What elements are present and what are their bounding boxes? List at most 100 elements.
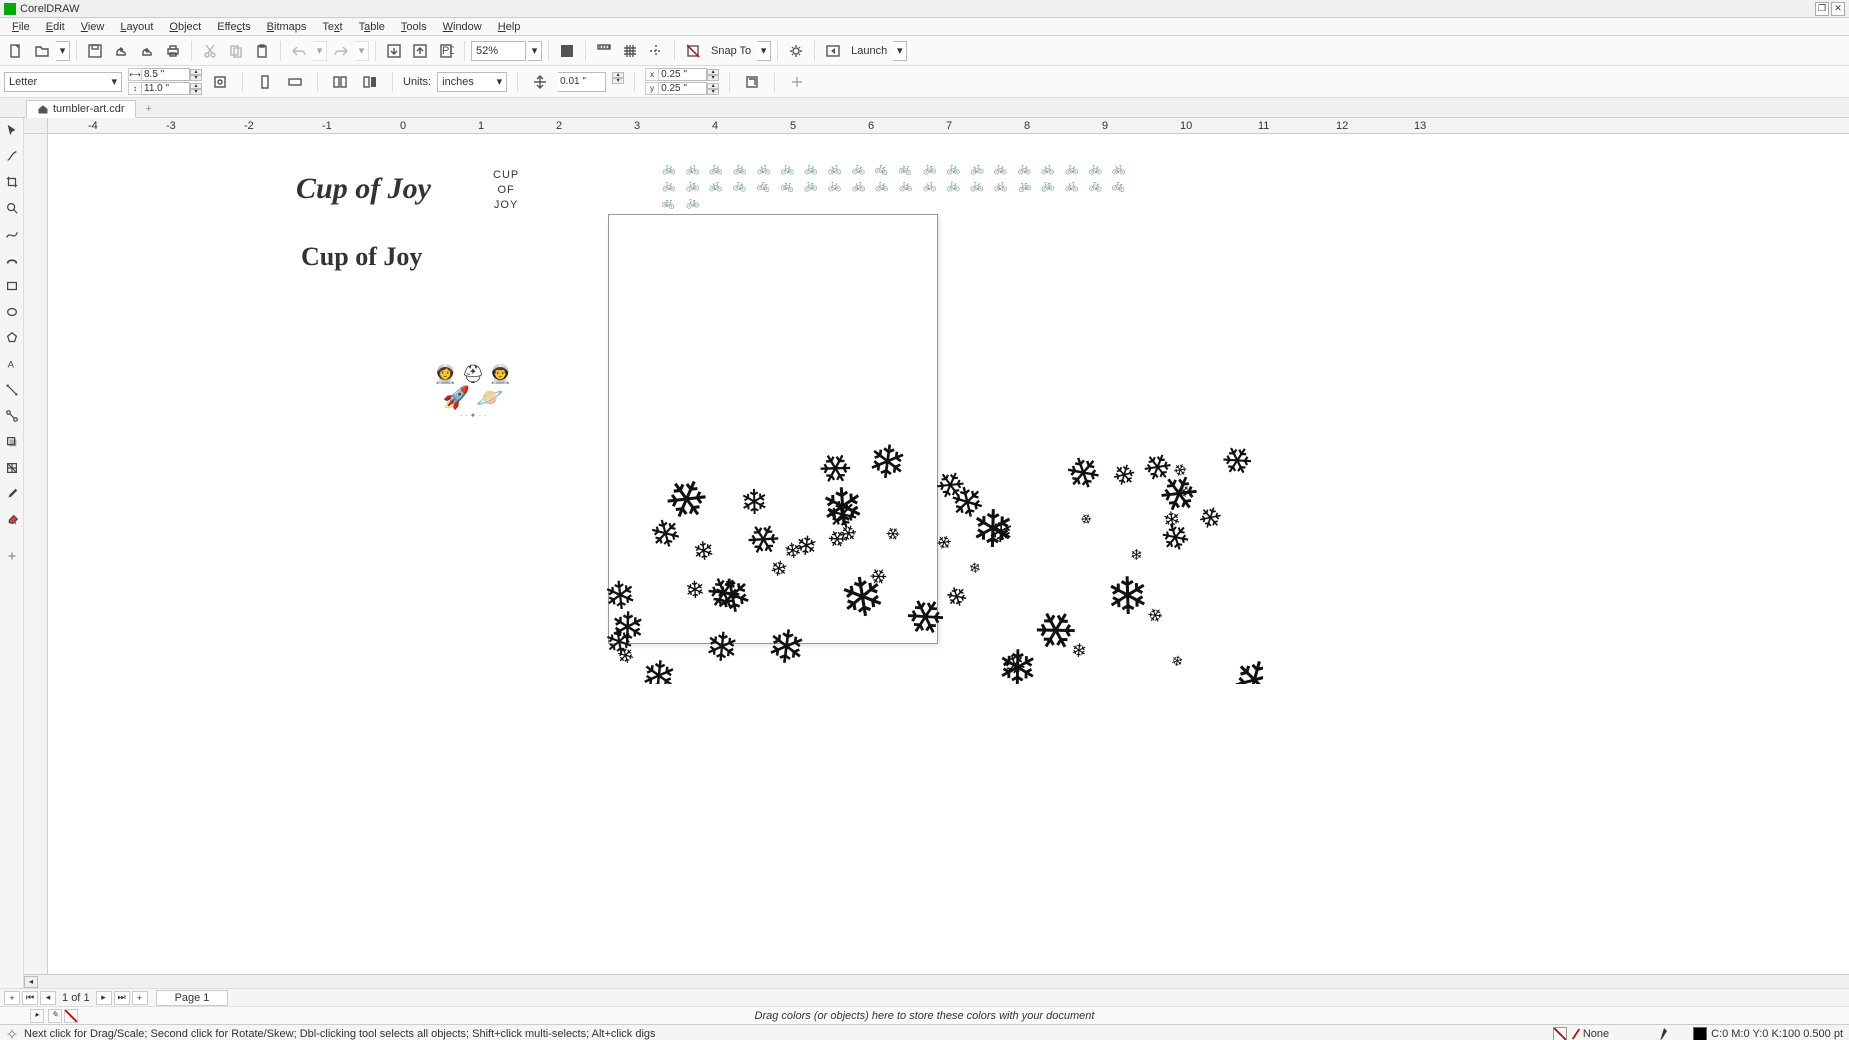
last-page-button[interactable]: ⏭: [114, 991, 130, 1005]
add-tab-button[interactable]: +: [138, 101, 160, 117]
options-button[interactable]: [784, 39, 808, 63]
current-page-button[interactable]: [358, 70, 382, 94]
file-tab[interactable]: tumbler-art.cdr: [26, 100, 136, 118]
dup-x-input[interactable]: [659, 68, 707, 81]
scroll-left-button[interactable]: ◂: [24, 976, 38, 988]
all-pages-button[interactable]: [328, 70, 352, 94]
new-button[interactable]: [4, 39, 28, 63]
open-dropdown[interactable]: ▾: [56, 41, 70, 61]
export-button[interactable]: [408, 39, 432, 63]
cloud-up-button[interactable]: [109, 39, 133, 63]
copy-button[interactable]: [224, 39, 248, 63]
palette-eyedropper-button[interactable]: ✎: [48, 1009, 62, 1023]
text-tool[interactable]: A: [2, 354, 22, 374]
fill-tool[interactable]: [2, 510, 22, 530]
artwork-snowflakes[interactable]: ❄❄❄❄❄❄❄❄❄❄❄❄❄❄❄❄❄❄❄❄❄❄❄❄❄❄❄❄❄❄❄❄❄❄❄❄❄❄❄❄…: [603, 424, 1263, 684]
publish-pdf-button[interactable]: PDF: [434, 39, 458, 63]
menu-layout[interactable]: Layout: [112, 21, 161, 33]
quick-customize-button[interactable]: [2, 546, 22, 566]
page-height-input[interactable]: [142, 82, 190, 95]
save-button[interactable]: [83, 39, 107, 63]
vertical-ruler[interactable]: [24, 134, 48, 974]
outline-indicator-swatch[interactable]: [1693, 1027, 1707, 1040]
rectangle-tool[interactable]: [2, 276, 22, 296]
add-page-button[interactable]: +: [4, 991, 20, 1005]
menu-tools[interactable]: Tools: [393, 21, 435, 33]
horizontal-ruler[interactable]: -4-3-2-1012345678910111213: [48, 118, 1849, 134]
shape-tool[interactable]: [2, 146, 22, 166]
landscape-button[interactable]: [283, 70, 307, 94]
fullscreen-button[interactable]: [555, 39, 579, 63]
menu-edit[interactable]: Edit: [38, 21, 73, 33]
page-tab-1[interactable]: Page 1: [156, 990, 229, 1006]
ruler-origin[interactable]: [24, 118, 48, 134]
open-button[interactable]: [30, 39, 54, 63]
fill-indicator-swatch[interactable]: [1553, 1027, 1567, 1040]
zoom-tool[interactable]: [2, 198, 22, 218]
snap-dropdown[interactable]: ▾: [757, 41, 771, 61]
menu-effects[interactable]: Effects: [209, 21, 258, 33]
add-preset-button[interactable]: [785, 70, 809, 94]
auto-fit-button[interactable]: [208, 70, 232, 94]
dup-y-input[interactable]: [659, 82, 707, 95]
prev-page-button[interactable]: ◂: [40, 991, 56, 1005]
crop-tool[interactable]: [2, 172, 22, 192]
menu-file[interactable]: File: [4, 21, 38, 33]
dropshadow-tool[interactable]: [2, 432, 22, 452]
artwork-serif-text[interactable]: Cup of Joy: [301, 242, 422, 272]
transparency-tool[interactable]: [2, 458, 22, 478]
portrait-button[interactable]: [253, 70, 277, 94]
restore-button[interactable]: ❐: [1815, 2, 1829, 16]
import-button[interactable]: [382, 39, 406, 63]
show-grid-button[interactable]: [618, 39, 642, 63]
horizontal-scrollbar[interactable]: ◂: [24, 974, 1849, 988]
paste-button[interactable]: [250, 39, 274, 63]
zoom-level-input[interactable]: 52%: [471, 41, 526, 61]
launch-icon[interactable]: [821, 39, 845, 63]
dimension-tool[interactable]: [2, 380, 22, 400]
artistic-media-tool[interactable]: [2, 250, 22, 270]
menu-bitmaps[interactable]: Bitmaps: [259, 21, 315, 33]
first-page-button[interactable]: ⏮: [22, 991, 38, 1005]
cloud-down-button[interactable]: [135, 39, 159, 63]
menu-help[interactable]: Help: [490, 21, 529, 33]
redo-button[interactable]: [329, 39, 353, 63]
menu-window[interactable]: Window: [435, 21, 490, 33]
settings-icon[interactable]: [6, 1028, 18, 1040]
ellipse-tool[interactable]: [2, 302, 22, 322]
launch-label[interactable]: Launch: [851, 45, 887, 57]
no-color-swatch[interactable]: [64, 1009, 78, 1023]
close-button[interactable]: ✕: [1831, 2, 1845, 16]
palette-left-button[interactable]: ▸: [30, 1009, 44, 1023]
undo-button[interactable]: [287, 39, 311, 63]
snap-off-button[interactable]: [681, 39, 705, 63]
artwork-script-text[interactable]: Cup of Joy: [296, 172, 431, 206]
undo-dropdown[interactable]: ▾: [313, 41, 327, 61]
artwork-bicycles[interactable]: 🚲🚲🚲🚲🚲🚲🚲🚲🚲🚲🚲🚲🚲🚲🚲🚲🚲🚲🚲🚲🚲🚲🚲🚲🚲🚲🚲🚲🚲🚲🚲🚲🚲🚲🚲🚲🚲🚲🚲🚲…: [662, 164, 1132, 209]
polygon-tool[interactable]: [2, 328, 22, 348]
connector-tool[interactable]: [2, 406, 22, 426]
next-page-button[interactable]: ▸: [96, 991, 112, 1005]
show-rulers-button[interactable]: [592, 39, 616, 63]
pick-tool[interactable]: [2, 120, 22, 140]
page-width-input[interactable]: [142, 68, 190, 81]
nudge-input[interactable]: [558, 72, 606, 92]
menu-text[interactable]: Text: [314, 21, 350, 33]
drawing-canvas[interactable]: Cup of Joy Cup of Joy CUPOFJOY 👩‍🚀 ⛑ 👨‍🚀…: [48, 134, 1849, 974]
menu-view[interactable]: View: [73, 21, 113, 33]
page-size-combo[interactable]: Letter▾: [4, 72, 122, 92]
show-guidelines-button[interactable]: [644, 39, 668, 63]
artwork-space-doodle[interactable]: 👩‍🚀 ⛑ 👨‍🚀 🚀 🪐 · · ✦ · ·: [428, 364, 518, 444]
add-page-after-button[interactable]: +: [132, 991, 148, 1005]
eyedropper-tool[interactable]: [2, 484, 22, 504]
document-palette[interactable]: ▸ ✎ Drag colors (or objects) here to sto…: [0, 1006, 1849, 1024]
zoom-dropdown[interactable]: ▾: [528, 41, 542, 61]
menu-table[interactable]: Table: [351, 21, 393, 33]
print-button[interactable]: [161, 39, 185, 63]
cut-button[interactable]: [198, 39, 222, 63]
freehand-tool[interactable]: [2, 224, 22, 244]
launch-dropdown[interactable]: ▾: [893, 41, 907, 61]
treat-as-filled-button[interactable]: [740, 70, 764, 94]
menu-object[interactable]: Object: [161, 21, 209, 33]
artwork-block-text[interactable]: CUPOFJOY: [493, 168, 519, 213]
